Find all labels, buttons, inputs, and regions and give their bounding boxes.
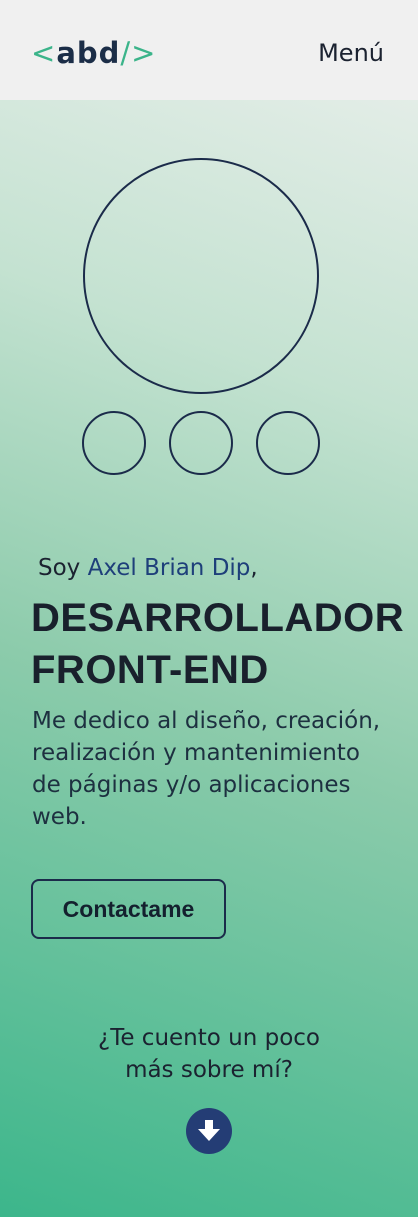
social-link-3[interactable]	[256, 411, 320, 475]
profile-photo-placeholder	[83, 158, 319, 394]
hero-section: Soy Axel Brian Dip, DESARROLLADOR FRONT-…	[0, 100, 418, 1217]
more-about-me: ¿Te cuento un poco más sobre mí?	[59, 1022, 359, 1086]
logo-close-bracket: />	[120, 36, 157, 70]
greeting-suffix: ,	[250, 555, 258, 581]
title-line-1: DESARROLLADOR	[31, 596, 405, 640]
social-link-1[interactable]	[82, 411, 146, 475]
greeting-prefix: Soy	[38, 555, 88, 581]
logo-text: abd	[56, 36, 121, 70]
scroll-down-button[interactable]	[186, 1108, 232, 1154]
menu-button[interactable]: Menú	[318, 38, 384, 68]
social-link-2[interactable]	[169, 411, 233, 475]
logo[interactable]: <abd/>	[31, 33, 156, 73]
title-line-2: FRONT-END	[31, 648, 269, 692]
description: Me dedico al diseño, creación, realizaci…	[32, 708, 381, 830]
greeting: Soy Axel Brian Dip,	[38, 552, 258, 584]
contact-button[interactable]: Contactame	[31, 879, 226, 939]
author-name: Axel Brian Dip	[87, 555, 251, 581]
arrow-down-icon	[198, 1120, 220, 1141]
logo-open-bracket: <	[31, 36, 57, 70]
site-header: <abd/> Menú	[0, 0, 418, 100]
more-line-2: más sobre mí?	[125, 1057, 293, 1083]
more-line-1: ¿Te cuento un poco	[97, 1025, 320, 1051]
page-title: DESARROLLADOR FRONT-END	[31, 592, 405, 696]
